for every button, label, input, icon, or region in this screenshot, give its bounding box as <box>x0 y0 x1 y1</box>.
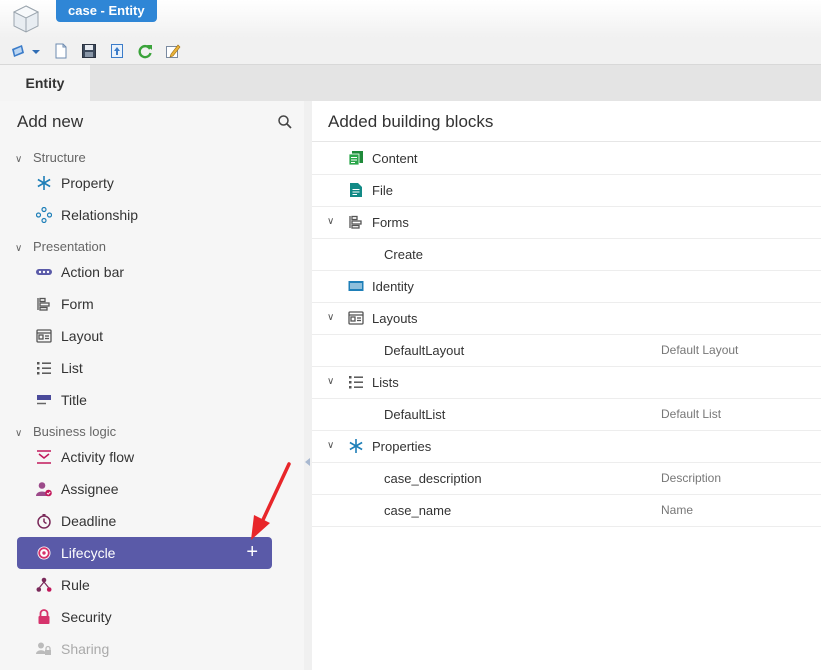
list-icon <box>37 362 51 375</box>
block-row-content[interactable]: Content <box>312 142 821 175</box>
deadline-icon <box>37 514 51 529</box>
activity-flow-icon <box>37 450 51 464</box>
add-new-panel: Add new ∨ Structure Property Relationship… <box>0 101 304 670</box>
form-icon <box>37 297 50 311</box>
add-item-activity-flow[interactable]: Activity flow <box>17 441 272 473</box>
edit-icon[interactable] <box>165 43 181 59</box>
title-bar: case - Entity <box>0 0 821 38</box>
add-item-list[interactable]: List <box>17 352 272 384</box>
chevron-down-icon[interactable]: ∨ <box>327 312 334 323</box>
tab-strip: Entity <box>0 65 821 101</box>
refresh-icon[interactable] <box>137 43 153 59</box>
search-icon[interactable] <box>277 114 293 130</box>
block-row-default-layout[interactable]: DefaultLayout Default Layout <box>312 334 821 367</box>
navigate-icon[interactable] <box>10 43 26 59</box>
add-item-lifecycle[interactable]: Lifecycle + <box>17 537 272 569</box>
section-business-logic[interactable]: ∨ Business logic <box>15 424 116 439</box>
form-icon <box>349 215 362 229</box>
add-item-deadline[interactable]: Deadline <box>17 505 272 537</box>
block-row-file[interactable]: File <box>312 174 821 207</box>
add-item-title[interactable]: Title <box>17 384 272 416</box>
sharing-icon <box>36 642 51 655</box>
add-item-form[interactable]: Form <box>17 288 272 320</box>
lock-icon <box>38 609 50 624</box>
panel-splitter[interactable] <box>304 101 312 670</box>
chevron-down-icon[interactable]: ∨ <box>327 440 334 451</box>
export-icon[interactable] <box>109 43 125 59</box>
layout-icon <box>36 329 52 343</box>
content-icon <box>348 151 363 166</box>
file-icon <box>350 183 362 197</box>
added-blocks-panel: Added building blocks Content File ∨ For… <box>312 101 821 670</box>
chevron-down-icon: ∨ <box>15 428 23 439</box>
chevron-down-icon[interactable]: ∨ <box>327 376 334 387</box>
action-bar-icon <box>36 269 52 275</box>
add-item-property[interactable]: Property <box>17 167 272 199</box>
new-document-icon[interactable] <box>53 43 69 59</box>
relationship-icon <box>36 207 52 223</box>
layout-icon <box>348 311 364 325</box>
chevron-down-icon[interactable] <box>31 43 41 59</box>
window-title[interactable]: case - Entity <box>56 0 157 22</box>
add-item-action-bar[interactable]: Action bar <box>17 256 272 288</box>
rule-icon <box>36 577 52 592</box>
identity-icon <box>348 281 364 291</box>
panel-title: Added building blocks <box>328 112 494 131</box>
assignee-icon <box>36 482 52 497</box>
block-row-case-description[interactable]: case_description Description <box>312 462 821 495</box>
block-row-create[interactable]: Create <box>312 238 821 271</box>
block-row-default-list[interactable]: DefaultList Default List <box>312 398 821 431</box>
add-item-security[interactable]: Security <box>17 601 272 633</box>
lifecycle-icon <box>37 546 51 560</box>
add-item-relationship[interactable]: Relationship <box>17 199 272 231</box>
add-item-sharing: Sharing <box>17 633 272 665</box>
asterisk-icon <box>349 439 363 453</box>
collapse-arrow-icon[interactable] <box>305 458 310 466</box>
block-row-layouts[interactable]: ∨ Layouts <box>312 302 821 335</box>
block-row-case-name[interactable]: case_name Name <box>312 494 821 527</box>
chevron-down-icon: ∨ <box>15 243 23 254</box>
list-icon <box>349 376 363 389</box>
block-row-properties[interactable]: ∨ Properties <box>312 430 821 463</box>
add-item-rule[interactable]: Rule <box>17 569 272 601</box>
save-icon[interactable] <box>81 43 97 59</box>
tab-entity[interactable]: Entity <box>0 65 90 101</box>
cube-app-icon <box>12 5 40 33</box>
annotation-arrow-icon <box>251 462 291 540</box>
toolbar <box>0 38 821 65</box>
block-row-identity[interactable]: Identity <box>312 270 821 303</box>
add-item-assignee[interactable]: Assignee <box>17 473 272 505</box>
block-row-forms[interactable]: ∨ Forms <box>312 206 821 239</box>
section-structure[interactable]: ∨ Structure <box>15 150 86 165</box>
section-presentation[interactable]: ∨ Presentation <box>15 239 106 254</box>
asterisk-icon <box>37 176 51 190</box>
block-row-lists[interactable]: ∨ Lists <box>312 366 821 399</box>
panel-title: Add new <box>17 112 84 131</box>
title-icon <box>37 395 51 405</box>
chevron-down-icon[interactable]: ∨ <box>327 216 334 227</box>
chevron-down-icon: ∨ <box>15 154 23 165</box>
add-item-layout[interactable]: Layout <box>17 320 272 352</box>
